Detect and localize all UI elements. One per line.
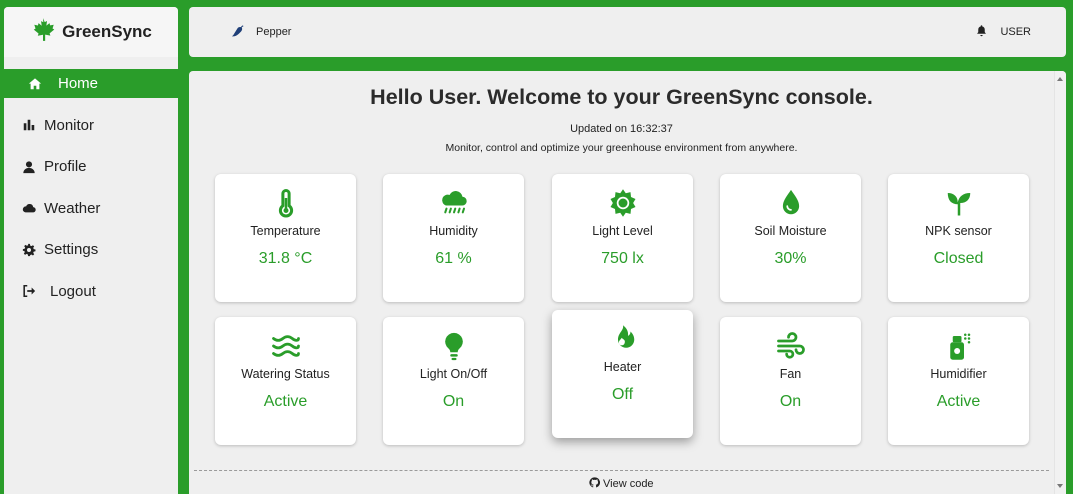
sidebar-nav: Home Monitor Profile Weather Settings Lo… [4,69,178,306]
control-value: Active [936,393,981,410]
fire-icon [552,323,693,355]
sensor-label: Humidity [429,224,478,238]
view-code-label: View code [603,478,654,490]
control-label: Humidifier [930,367,987,381]
pepper-icon [231,24,256,41]
spray-can-icon [888,330,1029,362]
tagline: Monitor, control and optimize your green… [445,142,798,154]
control-card-humidifier[interactable]: Humidifier Active [888,317,1029,445]
sidebar-item-settings[interactable]: Settings [4,235,178,264]
sidebar-item-label: Settings [44,241,99,259]
sensor-value: 30% [774,250,807,267]
user-icon [20,158,38,176]
control-card-watering[interactable]: Watering Status Active [215,317,356,445]
divider [194,470,1049,471]
sensor-card-light-level[interactable]: Light Level 750 lx [552,174,693,302]
scroll-down-arrow[interactable] [1057,484,1063,488]
scroll-up-arrow[interactable] [1057,77,1063,81]
thermometer-icon [215,187,356,219]
sidebar-item-monitor[interactable]: Monitor [4,111,178,140]
github-icon [589,477,603,491]
sensor-card-temperature[interactable]: Temperature 31.8 °C [215,174,356,302]
control-card-heater[interactable]: Heater Off [552,310,693,438]
sidebar-item-logout[interactable]: Logout [4,277,178,306]
sensor-card-soil-moisture[interactable]: Soil Moisture 30% [720,174,861,302]
view-code-link[interactable]: View code [589,477,654,491]
top-bar: Pepper USER [189,7,1066,57]
home-icon [26,75,44,93]
sensor-card-npk[interactable]: NPK sensor Closed [888,174,1029,302]
brand-name: GreenSync [62,22,152,41]
brand[interactable]: GreenSync [4,7,178,57]
control-label: Heater [603,360,642,374]
sensor-value: Closed [933,250,984,267]
cloud-icon [20,199,38,217]
bar-chart-icon [20,116,38,134]
logout-icon [20,282,38,300]
user-menu[interactable]: USER [975,24,1031,40]
sidebar-item-label: Monitor [44,116,95,134]
updated-timestamp: Updated on 16:32:37 [570,123,673,135]
control-card-fan[interactable]: Fan On [720,317,861,445]
sensor-card-humidity[interactable]: Humidity 61 % [383,174,524,302]
control-label: Watering Status [241,367,330,381]
scrollbar[interactable] [1054,71,1066,494]
sensor-value: 750 lx [601,250,644,267]
sidebar-item-home[interactable]: Home [4,69,178,98]
sidebar-item-label: Logout [50,282,96,300]
sun-icon [552,187,693,219]
sidebar-item-profile[interactable]: Profile [4,152,178,181]
sensor-label: Light Level [592,224,653,238]
maple-leaf-icon [30,17,56,48]
water-waves-icon [215,330,356,362]
bell-icon [975,24,1000,40]
wind-icon [720,330,861,362]
project-selector[interactable]: Pepper [231,24,291,41]
sensor-value: 61 % [435,250,472,267]
lightbulb-icon [383,330,524,362]
sidebar-item-label: Weather [44,199,101,217]
control-label: Fan [779,367,802,381]
cloud-rain-icon [383,187,524,219]
sidebar: GreenSync Home Monitor Profile Weather S… [4,7,178,494]
sensor-value: 31.8 °C [258,250,313,267]
sidebar-item-label: Profile [44,158,87,176]
droplet-icon [720,187,861,219]
gear-icon [20,241,38,259]
sidebar-item-weather[interactable]: Weather [4,194,178,223]
control-value: On [779,393,802,410]
seedling-icon [888,187,1029,219]
control-card-light[interactable]: Light On/Off On [383,317,524,445]
sensor-label: Soil Moisture [754,224,827,238]
control-label: Light On/Off [419,367,488,381]
page-title: Hello User. Welcome to your GreenSync co… [370,85,873,109]
sidebar-item-label: Home [58,75,99,92]
user-label: USER [1000,26,1031,38]
project-name: Pepper [256,26,292,38]
control-value: Active [263,393,308,410]
sensor-label: Temperature [250,224,321,238]
control-value: Off [611,386,634,403]
main-panel: Hello User. Welcome to your GreenSync co… [189,71,1066,494]
control-value: On [442,393,465,410]
sensor-label: NPK sensor [925,224,992,238]
